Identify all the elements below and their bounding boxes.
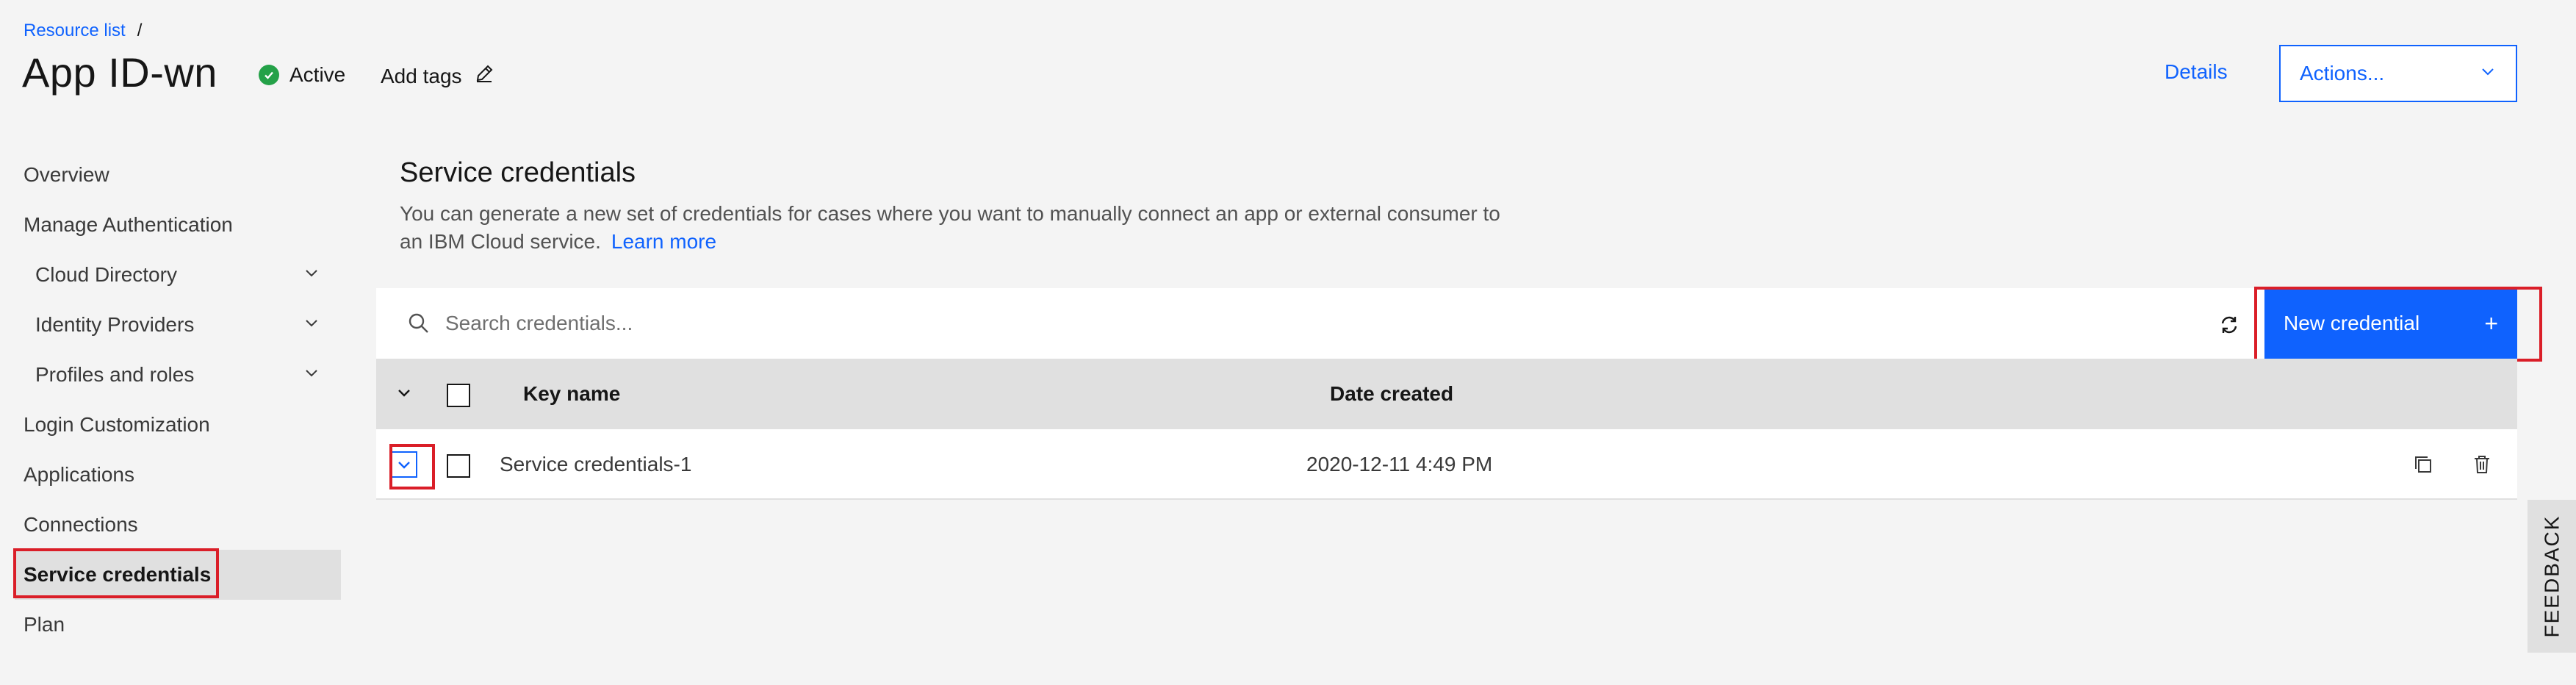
sidebar-item-service-credentials[interactable]: Service credentials [15, 550, 341, 600]
row-select-checkbox[interactable] [447, 454, 470, 478]
table-row: Service credentials-1 2020-12-11 4:49 PM [376, 429, 2517, 500]
sidebar-item-plan[interactable]: Plan [0, 600, 341, 650]
sidebar-item-label: Overview [24, 163, 109, 186]
sidebar-item-label: Manage Authentication [24, 213, 233, 236]
actions-label: Actions... [2300, 62, 2385, 85]
cell-key-name: Service credentials-1 [500, 453, 692, 476]
breadcrumb-separator: / [137, 21, 143, 40]
sidebar-item-label: Plan [24, 613, 65, 636]
table-header: Key name Date created [376, 359, 2517, 429]
status-label: Active [289, 63, 346, 86]
description-text: You can generate a new set of credential… [400, 202, 1500, 253]
breadcrumb-resource-list-link[interactable]: Resource list [24, 21, 126, 41]
sidebar-item-label: Applications [24, 463, 134, 486]
select-all-checkbox[interactable] [447, 384, 470, 407]
sidebar-nav: Overview Manage Authentication Cloud Dir… [0, 150, 341, 650]
sidebar-item-overview[interactable]: Overview [0, 150, 341, 200]
expand-row-button[interactable] [386, 447, 422, 482]
new-credential-button[interactable]: New credential + [2264, 288, 2517, 359]
sidebar-item-label: Profiles and roles [35, 363, 195, 386]
chevron-down-icon [391, 451, 417, 478]
section-title: Service credentials [400, 157, 636, 188]
chevron-down-icon [395, 384, 413, 405]
expand-all-button[interactable] [386, 376, 422, 412]
actions-dropdown[interactable]: Actions... [2279, 45, 2517, 102]
breadcrumb: Resource list / [24, 21, 142, 41]
details-link[interactable]: Details [2165, 60, 2228, 84]
chevron-down-icon [303, 313, 320, 337]
section-description: You can generate a new set of credential… [400, 200, 1502, 256]
chevron-down-icon [2479, 62, 2497, 85]
status-badge: Active [259, 63, 345, 87]
search-icon [406, 310, 432, 337]
sidebar-item-label: Identity Providers [35, 313, 195, 336]
sidebar-item-label: Login Customization [24, 413, 210, 436]
sidebar-item-label: Connections [24, 513, 138, 536]
refresh-icon[interactable] [2212, 307, 2247, 342]
sidebar-item-profiles-and-roles[interactable]: Profiles and roles [0, 350, 341, 400]
chevron-down-icon [303, 363, 320, 387]
sidebar-item-manage-authentication[interactable]: Manage Authentication [0, 200, 341, 250]
edit-icon [474, 63, 494, 89]
learn-more-link[interactable]: Learn more [611, 230, 716, 253]
sidebar-item-label: Service credentials [24, 563, 212, 586]
page-title: App ID-wn [22, 49, 217, 96]
sidebar-item-connections[interactable]: Connections [0, 500, 341, 550]
cell-date-created: 2020-12-11 4:49 PM [1306, 453, 1493, 476]
sidebar-item-identity-providers[interactable]: Identity Providers [0, 300, 341, 350]
feedback-tab[interactable]: FEEDBACK [2528, 500, 2576, 653]
column-header-date-created[interactable]: Date created [1330, 359, 1453, 429]
plus-icon: + [2484, 309, 2498, 337]
chevron-down-icon [303, 263, 320, 287]
add-tags-button[interactable]: Add tags [381, 63, 494, 89]
add-tags-label: Add tags [381, 64, 462, 87]
new-credential-label: New credential [2284, 312, 2420, 334]
feedback-label: FEEDBACK [2540, 514, 2563, 638]
copy-icon[interactable] [2408, 450, 2438, 479]
table-toolbar [376, 288, 2561, 359]
sidebar-item-label: Cloud Directory [35, 263, 177, 286]
sidebar-item-login-customization[interactable]: Login Customization [0, 400, 341, 450]
column-header-key-name[interactable]: Key name [523, 359, 620, 429]
sidebar-item-applications[interactable]: Applications [0, 450, 341, 500]
checkmark-icon [259, 65, 279, 85]
trash-icon[interactable] [2467, 450, 2497, 479]
sidebar-item-cloud-directory[interactable]: Cloud Directory [0, 250, 341, 300]
